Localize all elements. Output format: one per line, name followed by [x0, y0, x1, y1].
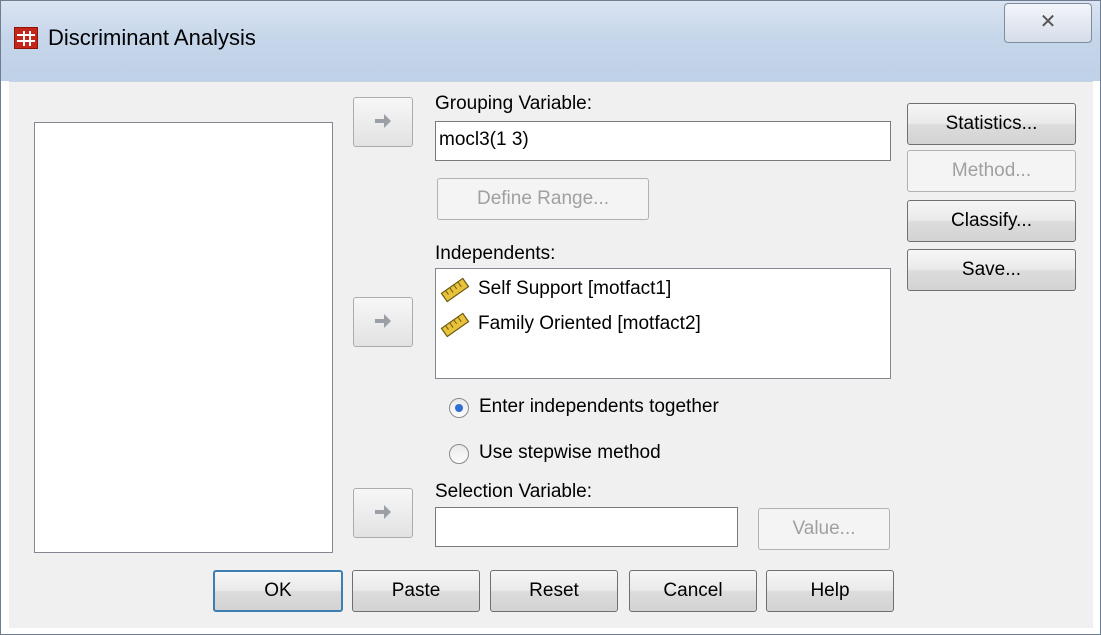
enter-together-radio[interactable] — [449, 398, 469, 418]
independents-label: Independents: — [435, 243, 556, 264]
move-to-grouping-button[interactable] — [353, 97, 413, 147]
list-item-label: Self Support [motfact1] — [478, 278, 672, 299]
statistics-button[interactable]: Statistics... — [907, 103, 1076, 145]
window-title: Discriminant Analysis — [48, 25, 256, 50]
grouping-variable-label: Grouping Variable: — [435, 93, 593, 114]
scale-ruler-icon — [440, 277, 470, 303]
dialog-body: Grouping Variable: mocl3(1 3) Define Ran… — [9, 81, 1093, 628]
stepwise-radio[interactable] — [449, 444, 469, 464]
right-arrow-icon — [375, 505, 391, 519]
move-to-selection-button[interactable] — [353, 488, 413, 538]
grouping-variable-field[interactable]: mocl3(1 3) — [435, 121, 891, 161]
close-icon: ✕ — [1039, 11, 1057, 33]
right-arrow-icon — [375, 314, 391, 328]
right-arrow-icon — [375, 114, 391, 128]
cancel-button[interactable]: Cancel — [629, 570, 757, 612]
help-button[interactable]: Help — [766, 570, 894, 612]
selection-variable-label: Selection Variable: — [435, 481, 593, 502]
dialog-window: Discriminant Analysis ✕ Grouping Variabl… — [0, 0, 1101, 635]
spss-table-icon — [14, 27, 38, 49]
paste-button[interactable]: Paste — [352, 570, 480, 612]
list-item-label: Family Oriented [motfact2] — [478, 313, 701, 334]
stepwise-label[interactable]: Use stepwise method — [479, 442, 661, 464]
title-bar[interactable]: Discriminant Analysis ✕ — [1, 1, 1100, 81]
value-button[interactable]: Value... — [758, 508, 890, 550]
close-button[interactable]: ✕ — [1004, 3, 1092, 43]
independents-list[interactable]: Self Support [motfact1] Family Oriented … — [435, 268, 891, 379]
move-to-independents-button[interactable] — [353, 297, 413, 347]
selection-variable-field[interactable] — [435, 507, 738, 547]
define-range-button[interactable]: Define Range... — [437, 178, 649, 220]
source-variable-list[interactable] — [34, 122, 333, 553]
scale-ruler-icon — [440, 312, 470, 338]
save-button[interactable]: Save... — [907, 249, 1076, 291]
method-button[interactable]: Method... — [907, 150, 1076, 192]
enter-together-label[interactable]: Enter independents together — [479, 396, 719, 418]
classify-button[interactable]: Classify... — [907, 200, 1076, 242]
ok-button[interactable]: OK — [213, 570, 343, 612]
reset-button[interactable]: Reset — [490, 570, 618, 612]
